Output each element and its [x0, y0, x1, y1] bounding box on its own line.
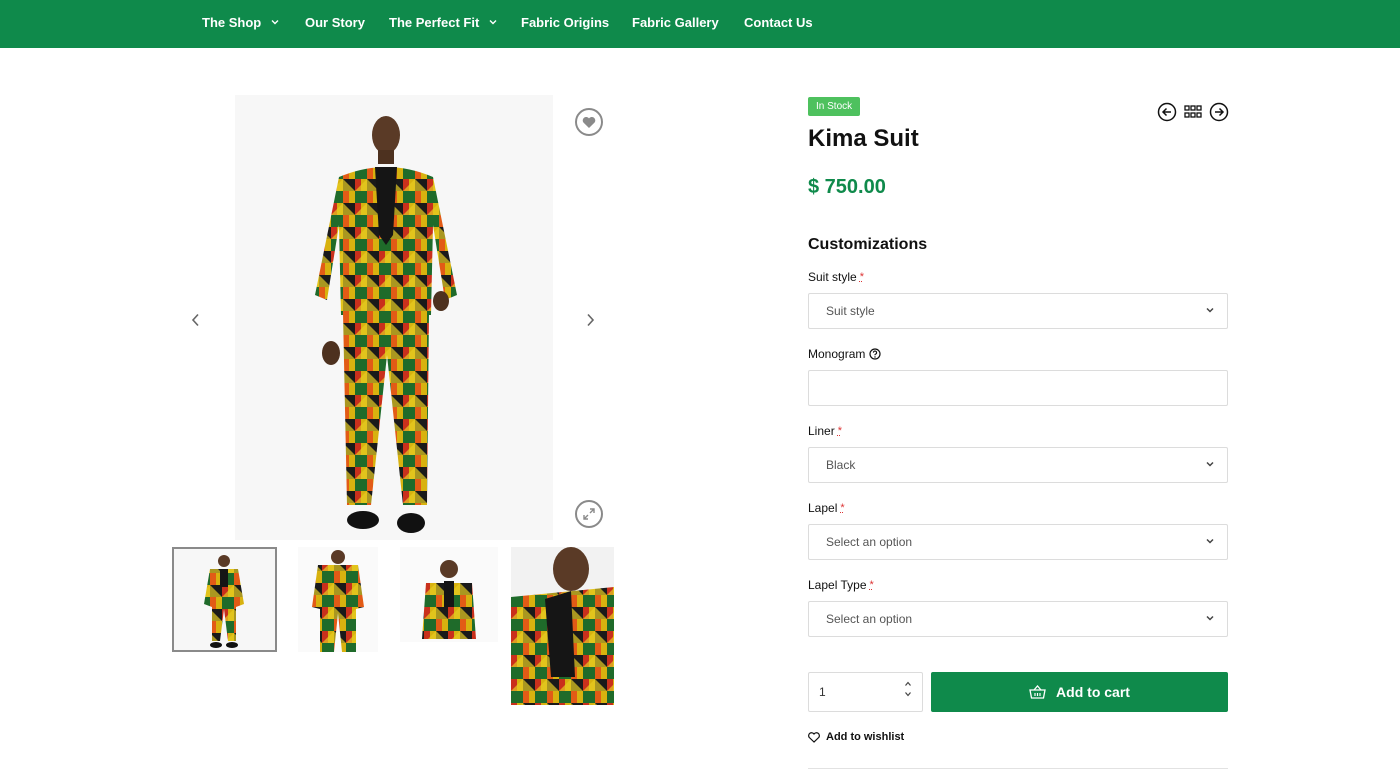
main-product-image[interactable] [235, 95, 553, 540]
nav-item-the-shop[interactable]: The Shop [202, 0, 279, 44]
nav-item-the-perfect-fit[interactable]: The Perfect Fit [389, 0, 497, 44]
chevron-down-icon [1205, 537, 1215, 545]
decrement-icon[interactable] [904, 691, 912, 697]
thumbnail-closeup[interactable] [511, 547, 614, 705]
wishlist-toggle-button[interactable] [575, 108, 603, 136]
nav-item-fabric-gallery[interactable]: Fabric Gallery [632, 0, 719, 44]
lapel-type-label: Lapel Type * [808, 578, 874, 592]
lapel-type-select[interactable]: Select an option [808, 601, 1228, 637]
lapel-select[interactable]: Select an option [808, 524, 1228, 560]
chevron-down-icon [271, 19, 279, 25]
nav-item-fabric-origins[interactable]: Fabric Origins [521, 0, 609, 44]
product-title: Kima Suit [808, 125, 919, 152]
product-navigation [1157, 102, 1229, 122]
grid-icon[interactable] [1183, 102, 1203, 122]
liner-label: Liner * [808, 424, 842, 438]
basket-icon [1029, 685, 1046, 699]
suit-style-value: Suit style [826, 304, 875, 318]
add-to-cart-label: Add to cart [1056, 684, 1130, 700]
nav-item-our-story[interactable]: Our Story [305, 0, 365, 44]
lapel-value: Select an option [826, 535, 913, 549]
question-circle-icon[interactable] [869, 348, 881, 360]
suit-style-label: Suit style * [808, 270, 864, 284]
gallery-next-button[interactable] [580, 310, 600, 330]
suit-style-label-text: Suit style [808, 270, 857, 284]
nav-item-label: Contact Us [744, 14, 813, 30]
quantity-value: 1 [819, 685, 826, 699]
nav-item-label: The Perfect Fit [389, 14, 480, 30]
thumbnail-back-full[interactable] [298, 547, 378, 652]
add-to-wishlist-link[interactable]: Add to wishlist [808, 731, 904, 743]
divider [808, 768, 1228, 769]
quantity-stepper[interactable]: 1 [808, 672, 923, 712]
heart-icon [808, 731, 820, 743]
chevron-right-icon [585, 313, 595, 327]
expand-icon [582, 507, 596, 521]
top-navigation: The Shop Our Story The Perfect Fit Fabri… [0, 0, 1400, 48]
lapel-type-label-text: Lapel Type [808, 578, 867, 592]
gallery-prev-button[interactable] [186, 310, 206, 330]
nav-item-label: Fabric Gallery [632, 14, 719, 30]
quantity-spin-buttons [904, 681, 912, 697]
zoom-button[interactable] [575, 500, 603, 528]
heart-icon [582, 116, 596, 129]
liner-select[interactable]: Black [808, 447, 1228, 483]
lapel-type-value: Select an option [826, 612, 913, 626]
lapel-label-text: Lapel [808, 501, 838, 515]
nav-item-label: The Shop [202, 14, 262, 30]
add-to-wishlist-label: Add to wishlist [826, 731, 905, 743]
next-product-icon[interactable] [1209, 102, 1229, 122]
nav-item-contact-us[interactable]: Contact Us [744, 0, 813, 44]
suit-style-select[interactable]: Suit style [808, 293, 1228, 329]
customizations-heading: Customizations [808, 236, 928, 253]
chevron-down-icon [1205, 306, 1215, 314]
thumbnail-front-full[interactable] [172, 547, 277, 652]
chevron-down-icon [1205, 460, 1215, 468]
monogram-label-text: Monogram [808, 347, 866, 361]
required-marker: * [859, 271, 864, 283]
nav-item-label: Fabric Origins [521, 14, 610, 30]
monogram-input[interactable] [808, 370, 1228, 406]
required-marker: * [840, 502, 845, 514]
increment-icon[interactable] [904, 681, 912, 687]
add-to-cart-button[interactable]: Add to cart [931, 672, 1228, 712]
previous-product-icon[interactable] [1157, 102, 1177, 122]
chevron-down-icon [489, 19, 497, 25]
chevron-left-icon [191, 313, 201, 327]
required-marker: * [837, 425, 842, 437]
stock-status-badge: In Stock [808, 97, 861, 116]
lapel-label: Lapel * [808, 501, 845, 515]
nav-item-label: Our Story [305, 14, 365, 30]
liner-label-text: Liner [808, 424, 835, 438]
monogram-label: Monogram [808, 347, 881, 361]
liner-value: Black [826, 458, 856, 472]
thumbnail-upper-body[interactable] [400, 547, 498, 642]
chevron-down-icon [1205, 614, 1215, 622]
required-marker: * [869, 579, 874, 591]
product-price: $ 750.00 [808, 176, 886, 198]
